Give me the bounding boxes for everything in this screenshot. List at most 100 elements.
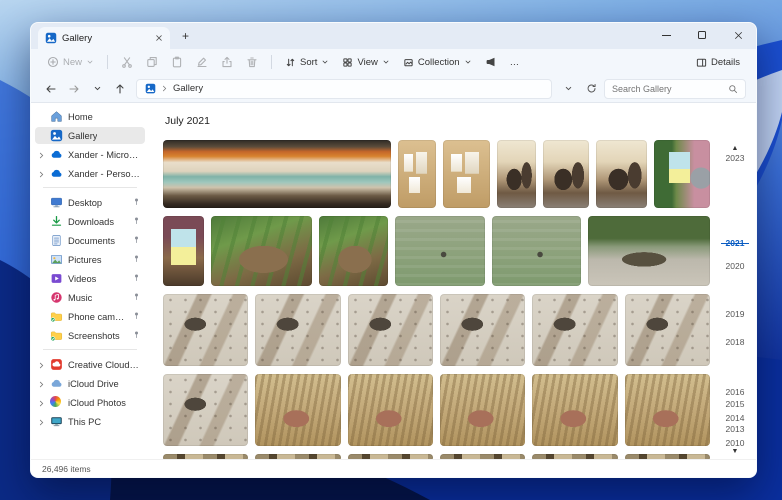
new-button[interactable]: New	[41, 53, 100, 71]
breadcrumb-location[interactable]: Gallery	[173, 83, 203, 94]
share-button[interactable]	[215, 53, 239, 71]
timeline-year-2013[interactable]: 2013	[717, 424, 753, 434]
photo-thumbnail-bird-sand[interactable]	[532, 294, 617, 366]
timeline-down-arrow-icon[interactable]: ▼	[717, 448, 753, 455]
maximize-button[interactable]	[684, 23, 720, 47]
pin-icon[interactable]	[132, 235, 141, 246]
sidebar-item-home[interactable]: Home	[35, 108, 145, 125]
pin-icon[interactable]	[132, 273, 141, 284]
sidebar-item-videos[interactable]: Videos	[35, 270, 145, 287]
chevron-right-icon[interactable]	[38, 399, 45, 409]
photo-thumbnail-sign-small[interactable]	[163, 216, 204, 286]
photo-thumbnail-bird-sand[interactable]	[625, 294, 710, 366]
pin-icon[interactable]	[132, 292, 141, 303]
photo-thumbnail-sparrow-grass[interactable]	[625, 374, 710, 446]
recent-locations-button[interactable]	[87, 79, 107, 99]
chevron-right-icon[interactable]	[38, 170, 45, 180]
up-button[interactable]	[110, 79, 130, 99]
breadcrumb[interactable]: Gallery	[136, 79, 552, 99]
timeline-up-arrow-icon[interactable]: ▲	[717, 145, 753, 152]
photo-thumbnail-bird-sand[interactable]	[163, 374, 248, 446]
photo-thumbnail-panorama-interior[interactable]	[163, 140, 391, 208]
details-button[interactable]: Details	[690, 54, 746, 71]
photo-thumbnail-strip[interactable]	[625, 454, 710, 459]
back-button[interactable]	[41, 79, 61, 99]
photo-thumbnail-bird-sand[interactable]	[163, 294, 248, 366]
photo-thumbnail-sparrow-grass[interactable]	[440, 374, 525, 446]
sidebar-item-gallery[interactable]: Gallery	[35, 127, 145, 144]
sidebar-item-creative-cloud-files[interactable]: Creative Cloud Files	[35, 356, 145, 373]
new-tab-button[interactable]: +	[170, 29, 201, 43]
photo-thumbnail-strip[interactable]	[348, 454, 433, 459]
forward-button[interactable]	[64, 79, 84, 99]
photo-thumbnail-sparrow-grass[interactable]	[348, 374, 433, 446]
photo-thumbnail-nest[interactable]	[319, 216, 389, 286]
tab-gallery[interactable]: Gallery	[38, 27, 170, 49]
refresh-button[interactable]	[581, 79, 601, 99]
sidebar-item-music[interactable]: Music	[35, 289, 145, 306]
sidebar-item-downloads[interactable]: Downloads	[35, 213, 145, 230]
address-dropdown-button[interactable]	[558, 79, 578, 99]
photo-thumbnail-bird-sand[interactable]	[440, 294, 525, 366]
photo-thumbnail-duck-gravel[interactable]	[588, 216, 710, 286]
tab-close-icon[interactable]	[155, 34, 163, 42]
sidebar-item-xander-microsoft[interactable]: Xander - Microsoft	[35, 146, 145, 163]
photo-thumbnail-interior-warm[interactable]	[497, 140, 537, 208]
photo-thumbnail-corkboard[interactable]	[443, 140, 490, 208]
pin-icon[interactable]	[132, 254, 141, 265]
photo-thumbnail-interior-warm[interactable]	[596, 140, 648, 208]
sidebar-item-pictures[interactable]: Pictures	[35, 251, 145, 268]
minimize-button[interactable]	[648, 23, 684, 47]
pin-icon[interactable]	[132, 216, 141, 227]
timeline-year-2014[interactable]: 2014	[717, 413, 753, 423]
sidebar-item-this-pc[interactable]: This PC	[35, 413, 145, 430]
close-button[interactable]	[720, 23, 756, 47]
chevron-right-icon[interactable]	[38, 151, 45, 161]
timeline-year-2023[interactable]: 2023	[717, 153, 753, 163]
pin-icon[interactable]	[132, 330, 141, 341]
sidebar-item-screenshots[interactable]: Screenshots	[35, 327, 145, 344]
photo-thumbnail-interior-warm[interactable]	[543, 140, 589, 208]
photo-thumbnail-corkboard[interactable]	[398, 140, 436, 208]
photo-thumbnail-bird-sand[interactable]	[348, 294, 433, 366]
timeline-year-2015[interactable]: 2015	[717, 399, 753, 409]
chevron-right-icon[interactable]	[38, 380, 45, 390]
copy-button[interactable]	[140, 53, 164, 71]
photo-thumbnail-nest[interactable]	[211, 216, 311, 286]
timeline-year-2020[interactable]: 2020	[717, 261, 753, 271]
pin-icon[interactable]	[132, 311, 141, 322]
search-box[interactable]	[604, 79, 746, 99]
view-button[interactable]: View	[336, 54, 395, 71]
photo-thumbnail-field[interactable]	[395, 216, 484, 286]
photo-thumbnail-strip[interactable]	[163, 454, 248, 459]
search-input[interactable]	[612, 84, 724, 94]
photo-thumbnail-bird-sand[interactable]	[255, 294, 340, 366]
collection-button[interactable]: Collection	[397, 54, 478, 71]
photo-thumbnail-field[interactable]	[492, 216, 581, 286]
paste-button[interactable]	[165, 53, 189, 71]
sidebar-item-icloud-drive[interactable]: iCloud Drive	[35, 375, 145, 392]
cut-button[interactable]	[115, 53, 139, 71]
sidebar-item-documents[interactable]: Documents	[35, 232, 145, 249]
sort-button[interactable]: Sort	[279, 54, 335, 71]
timeline-year-2021[interactable]: 2021	[717, 238, 753, 248]
photo-thumbnail-strip[interactable]	[532, 454, 617, 459]
chevron-right-icon[interactable]	[38, 418, 45, 428]
sidebar-item-phone-camera-ro[interactable]: Phone camera ro	[35, 308, 145, 325]
photo-thumbnail-strip[interactable]	[255, 454, 340, 459]
sidebar-item-xander-personal[interactable]: Xander - Personal	[35, 165, 145, 182]
photo-thumbnail-strip[interactable]	[440, 454, 525, 459]
timeline-year-2019[interactable]: 2019	[717, 309, 753, 319]
timeline-year-2018[interactable]: 2018	[717, 337, 753, 347]
see-more-button[interactable]: …	[504, 54, 526, 71]
timeline-year-2010[interactable]: 2010	[717, 438, 753, 448]
delete-button[interactable]	[240, 53, 264, 71]
rename-button[interactable]	[190, 53, 214, 71]
sidebar-item-icloud-photos[interactable]: iCloud Photos	[35, 394, 145, 411]
feedback-button[interactable]	[479, 53, 503, 71]
photo-thumbnail-sparrow-grass[interactable]	[532, 374, 617, 446]
timeline-year-2016[interactable]: 2016	[717, 387, 753, 397]
photo-thumbnail-sign-pigeon[interactable]	[654, 140, 710, 208]
chevron-right-icon[interactable]	[38, 361, 45, 371]
sidebar-item-desktop[interactable]: Desktop	[35, 194, 145, 211]
